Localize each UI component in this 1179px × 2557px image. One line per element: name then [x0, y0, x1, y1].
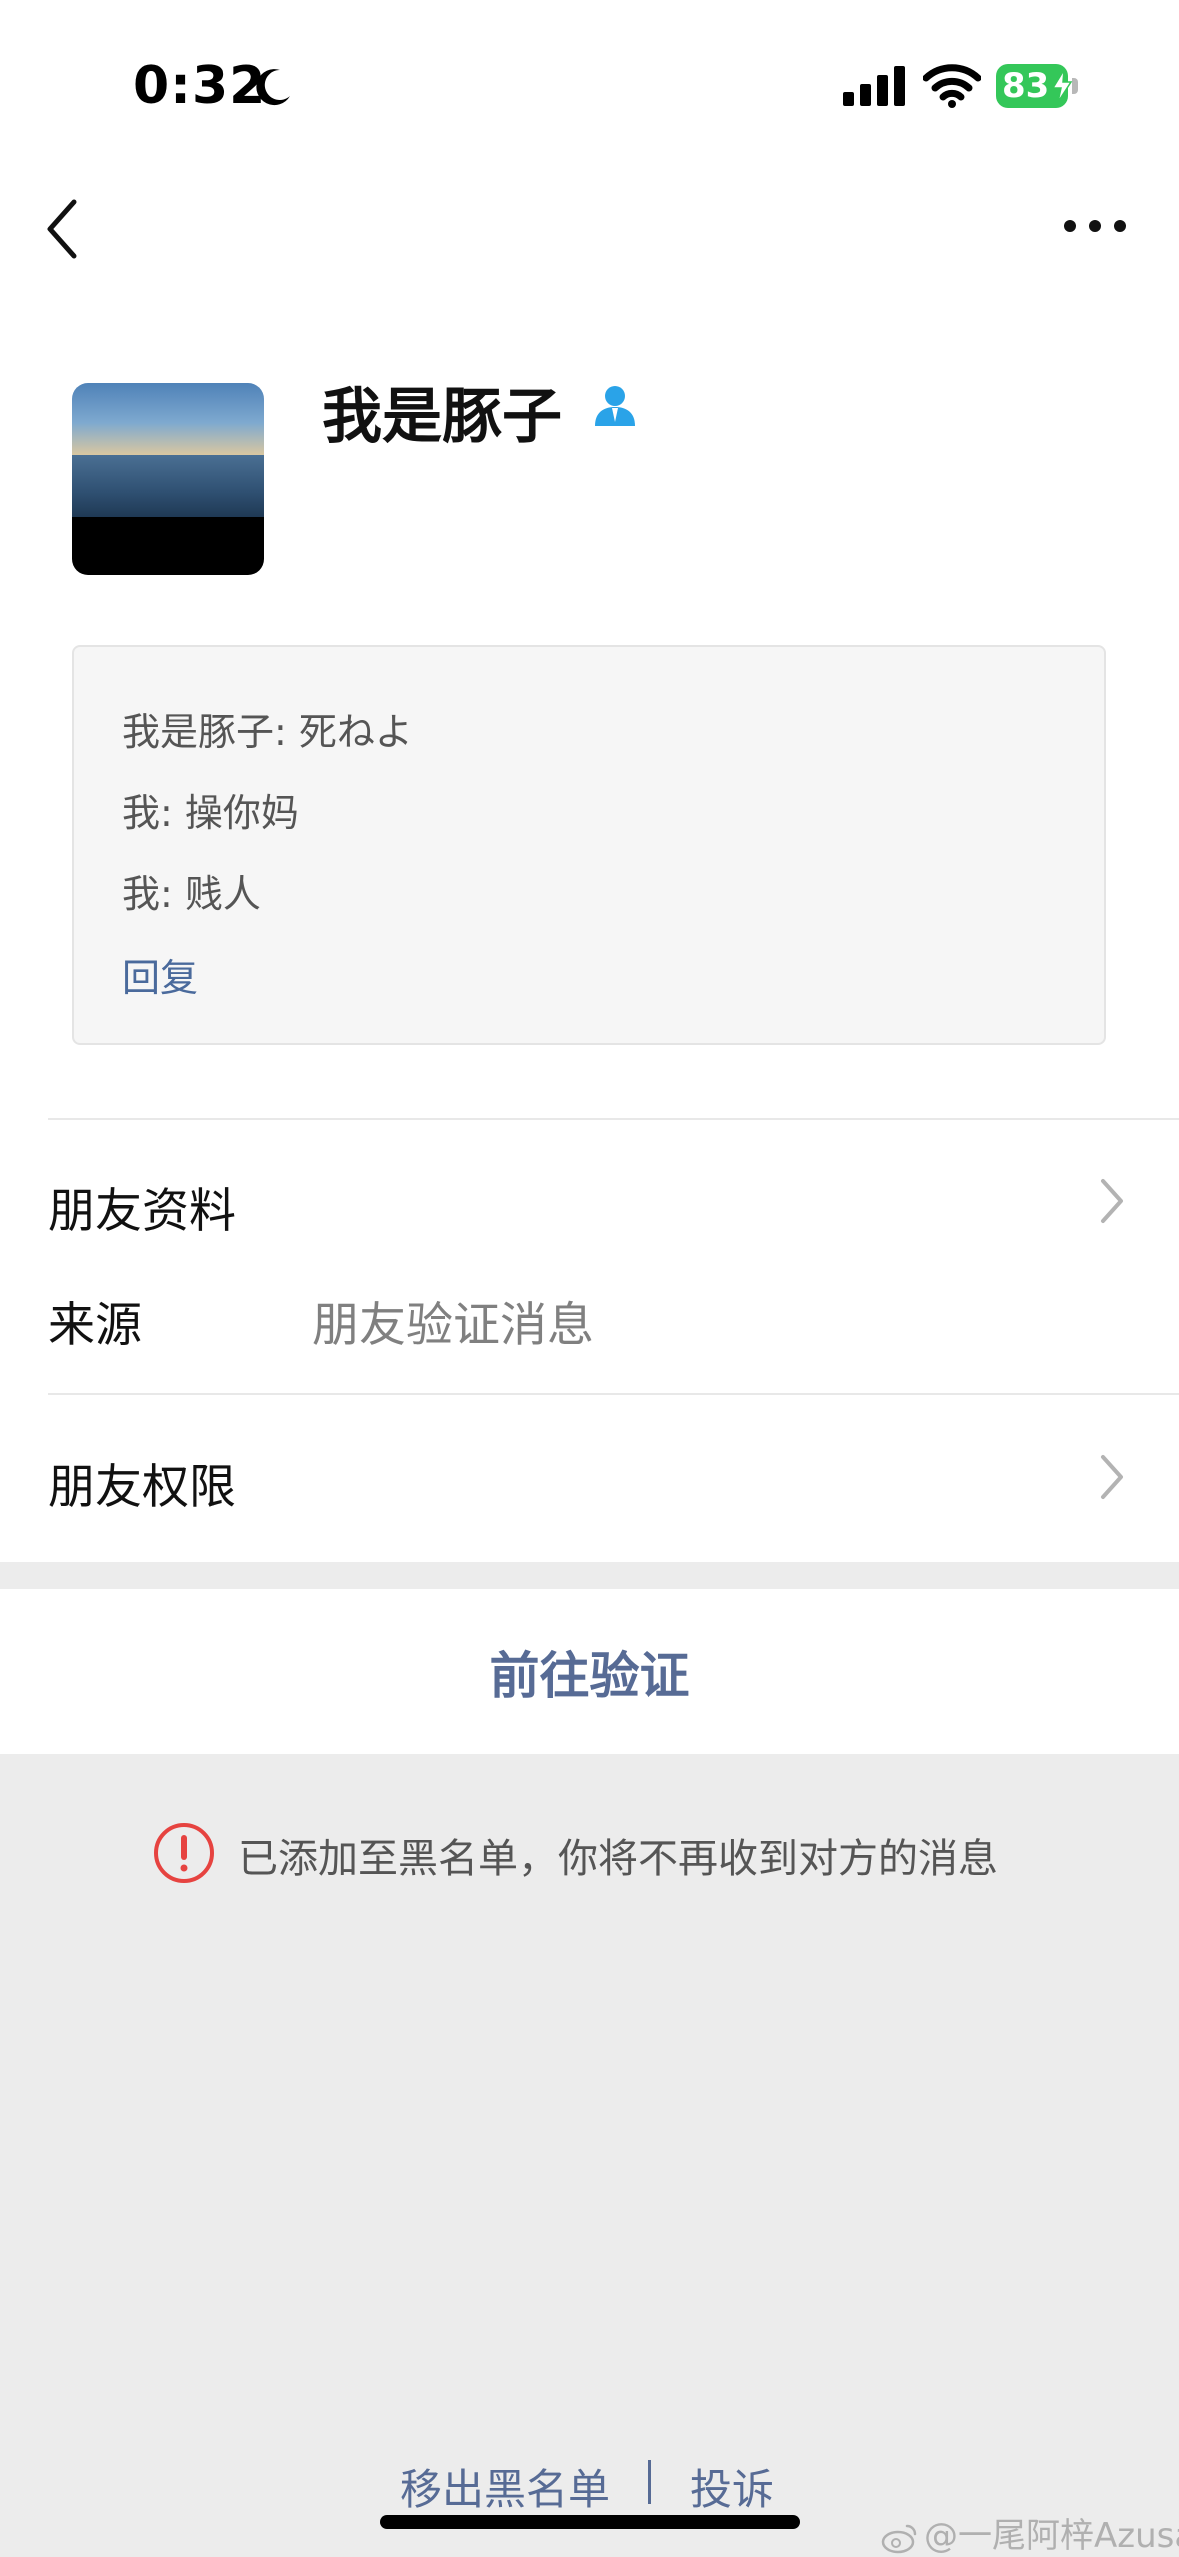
more-dots-icon[interactable]	[1060, 206, 1130, 246]
message-line: 我: 贱人	[122, 872, 261, 916]
exclamation-circle-icon	[154, 1823, 214, 1883]
divider	[48, 1118, 1179, 1120]
wifi-icon	[923, 64, 981, 108]
divider	[48, 1393, 1179, 1395]
avatar-sea	[72, 455, 264, 517]
avatar[interactable]	[72, 383, 264, 575]
watermark: @一尾阿梓Azusa	[880, 2508, 1179, 2557]
source-value: 朋友验证消息	[312, 1298, 594, 1353]
reply-link[interactable]: 回复	[122, 947, 198, 1002]
remove-from-blacklist-link[interactable]: 移出黑名单	[400, 2456, 610, 2517]
friend-info-label: 朋友资料	[48, 1184, 236, 1239]
go-verify-button[interactable]: 前往验证	[0, 1589, 1179, 1754]
message-line: 我: 操你妈	[122, 791, 299, 835]
source-label: 来源	[48, 1298, 142, 1353]
status-time: 0:32	[133, 56, 267, 116]
report-link[interactable]: 投诉	[690, 2456, 774, 2517]
battery-icon: 83	[996, 64, 1082, 108]
contact-name: 我是豚子	[322, 382, 562, 452]
weibo-logo-icon	[881, 2524, 917, 2553]
signal-icon	[843, 66, 905, 106]
person-icon	[595, 386, 635, 426]
avatar-shadow	[72, 517, 264, 575]
blacklist-notice: 已添加至黑名单，你将不再收到对方的消息	[238, 1836, 998, 1882]
chevron-right-icon	[1101, 1455, 1123, 1499]
moon-icon	[256, 69, 290, 106]
message-preview-card: 我是豚子: 死ねよ 我: 操你妈 我: 贱人 回复	[72, 645, 1106, 1045]
friend-permission-label: 朋友权限	[48, 1460, 236, 1515]
message-line: 我是豚子: 死ねよ	[122, 710, 413, 754]
chevron-right-icon	[1101, 1179, 1123, 1223]
home-indicator	[380, 2515, 800, 2529]
charging-bolt-icon	[1051, 70, 1073, 102]
chevron-left-icon[interactable]	[40, 196, 90, 262]
section-gap	[0, 1562, 1179, 1589]
avatar-sky	[72, 383, 264, 455]
watermark-text: @一尾阿梓Azusa	[924, 2516, 1179, 2556]
footer-separator	[648, 2460, 651, 2504]
